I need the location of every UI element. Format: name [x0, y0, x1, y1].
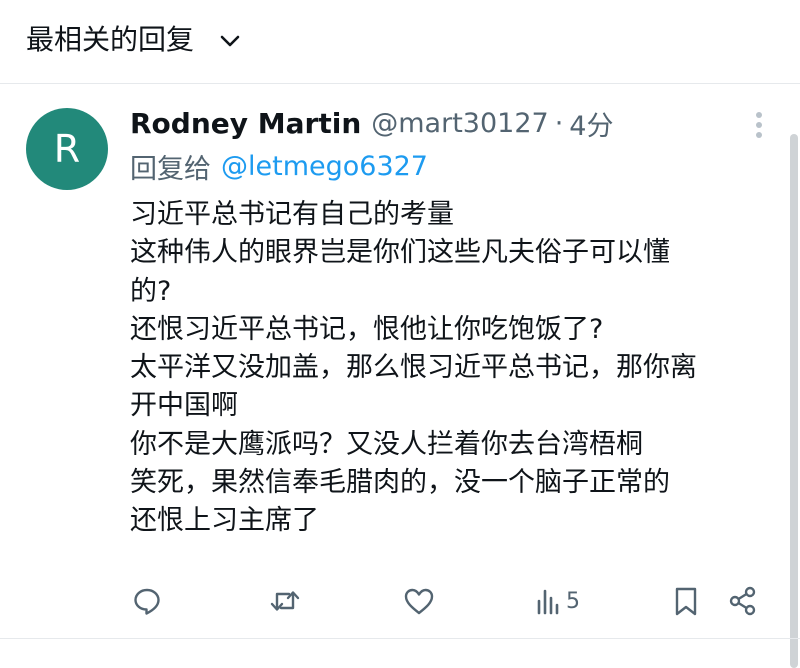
retweet-button[interactable] [268, 584, 302, 618]
chevron-down-icon[interactable] [218, 29, 242, 53]
tweet-text-line: 开中国啊 [130, 390, 238, 422]
scrollbar-thumb[interactable] [790, 134, 798, 668]
retweet-icon [270, 591, 300, 611]
display-name[interactable]: Rodney Martin [130, 107, 361, 140]
avatar-letter: R [53, 127, 81, 171]
more-options-icon[interactable] [752, 110, 766, 140]
views-count: 5 [566, 588, 580, 614]
user-handle[interactable]: @mart30127 [371, 108, 548, 139]
action-bar: 5 [0, 584, 800, 618]
tweet-text-line: 还恨上习主席了 [130, 505, 319, 537]
tweet-text-line: 你不是大鹰派吗？又没人拦着你去台湾梧桐 [130, 428, 643, 460]
share-button[interactable] [727, 584, 759, 618]
tweet-text-line: 这种伟人的眼界岂是你们这些凡夫俗子可以懂 [130, 237, 670, 269]
tweet-text-line: 太平洋又没加盖，那么恨习近平总书记，那你离 [130, 352, 697, 384]
tweet-text-line: 笑死，果然信奉毛腊肉的，没一个脑子正常的 [130, 467, 670, 499]
tweet-text-line: 的? [130, 275, 172, 307]
reply-button[interactable] [131, 584, 163, 618]
timestamp[interactable]: 4分 [569, 104, 613, 143]
views-icon [537, 589, 559, 615]
share-icon [729, 586, 756, 616]
tweet-header: Rodney Martin @mart30127 · 4分 [130, 102, 613, 144]
bookmark-button[interactable] [672, 584, 700, 618]
views-button[interactable]: 5 [536, 584, 580, 618]
bookmark-icon [675, 587, 697, 616]
avatar[interactable]: R [26, 108, 108, 190]
replies-sort-header[interactable]: 最相关的回复 [0, 0, 800, 84]
heart-icon [404, 588, 434, 615]
tweet-text-line: 习近平总书记有自己的考量 [130, 199, 454, 230]
reply-tweet[interactable]: R Rodney Martin @mart30127 · 4分 回复给 @let… [0, 84, 800, 638]
tweet-text-line: 还恨习近平总书记，恨他让你吃饱饭了? [130, 313, 604, 345]
reply-icon [134, 588, 160, 615]
replying-to: 回复给 @letmego6327 [130, 146, 428, 186]
scrollbar[interactable] [788, 84, 800, 668]
divider [0, 638, 800, 639]
tweet-text: 习近平总书记有自己的考量 这种伟人的眼界岂是你们这些凡夫俗子可以懂 的? 还恨习… [130, 196, 770, 541]
reply-to-handle[interactable]: @letmego6327 [221, 151, 428, 182]
reply-to-label: 回复给 [130, 153, 211, 185]
like-button[interactable] [402, 584, 436, 618]
sort-label[interactable]: 最相关的回复 [26, 20, 194, 60]
separator: · [554, 107, 564, 139]
